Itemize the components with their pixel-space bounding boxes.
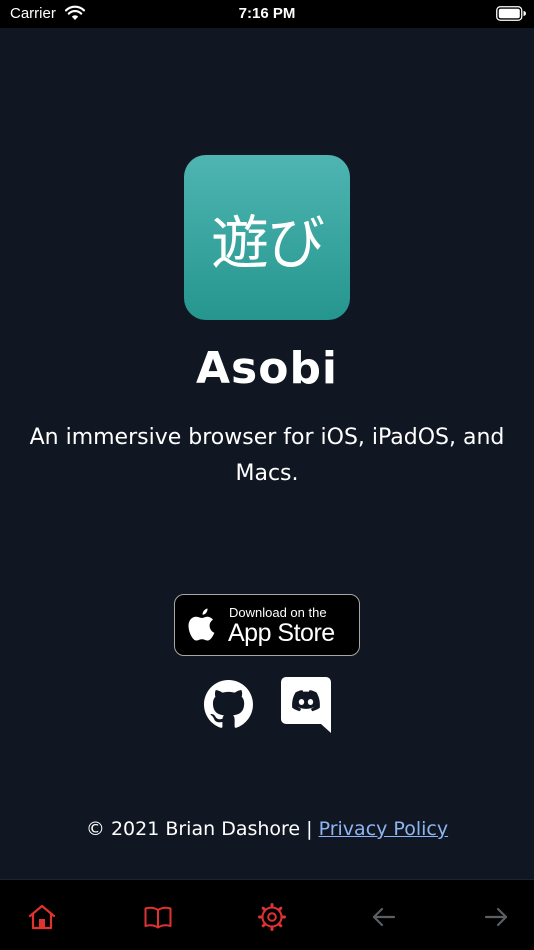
status-time: 7:16 PM (238, 5, 296, 22)
badge-large-text: App Store (228, 619, 335, 647)
app-title: Asobi (195, 343, 339, 394)
book-icon (144, 906, 172, 929)
footer: © 2021 Brian Dashore | Privacy Policy (0, 818, 534, 840)
discord-icon[interactable] (281, 677, 331, 733)
copyright-text: © 2021 Brian Dashore | (85, 818, 319, 840)
back-button[interactable] (369, 902, 399, 932)
app-tagline: An immersive browser for iOS, iPadOS, an… (29, 425, 505, 486)
settings-button[interactable] (257, 902, 287, 932)
app-icon: 遊び (184, 155, 350, 320)
gear-icon (258, 903, 286, 931)
home-icon (28, 904, 56, 930)
app-store-badge[interactable]: Download on the App Store (174, 594, 360, 656)
forward-arrow-icon (484, 907, 508, 927)
screen: Carrier 7:16 PM 遊び Asobi An immersive br… (0, 0, 534, 950)
battery-icon (496, 6, 526, 21)
badge-small-text: Download on the (229, 605, 327, 620)
forward-button[interactable] (481, 902, 511, 932)
app-icon-text: 遊び (210, 208, 325, 277)
github-icon[interactable] (204, 680, 253, 729)
bottom-toolbar (0, 879, 534, 950)
status-bar: Carrier 7:16 PM (0, 0, 534, 28)
library-button[interactable] (143, 902, 173, 932)
privacy-policy-link[interactable]: Privacy Policy (319, 818, 448, 840)
apple-logo-icon (188, 608, 215, 641)
home-button[interactable] (27, 902, 57, 932)
back-arrow-icon (372, 907, 396, 927)
